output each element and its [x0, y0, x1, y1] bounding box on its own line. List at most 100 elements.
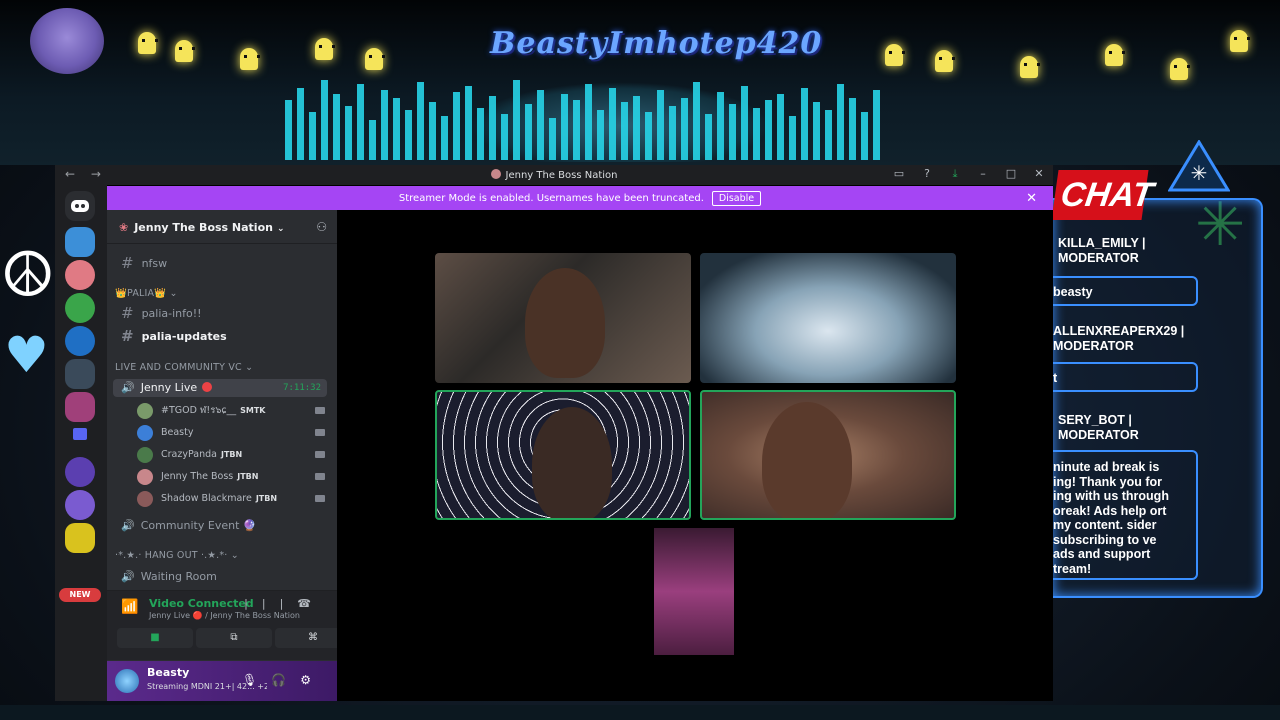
- title-bar: ← → Jenny The Boss Nation ▭ ? ⤓ – □ ✕: [55, 165, 1053, 185]
- download-icon[interactable]: ⤓: [949, 167, 961, 181]
- channel-palia-info[interactable]: # palia-info!!: [113, 303, 327, 323]
- visualizer-bar: [801, 88, 808, 160]
- avatar: [137, 469, 153, 485]
- visualizer-bar: [657, 90, 664, 160]
- server-header[interactable]: ❀ Jenny The Boss Nation ⌄ ⚇: [107, 210, 337, 244]
- visualizer-bar: [741, 86, 748, 160]
- visualizer-bar: [429, 102, 436, 160]
- visualizer-bar: [837, 84, 844, 160]
- avatar[interactable]: [115, 669, 139, 693]
- voice-participant[interactable]: Shadow Blackmare JTBN: [137, 490, 327, 508]
- discord-window: ← → Jenny The Boss Nation ▭ ? ⤓ – □ ✕ NE…: [55, 165, 1053, 701]
- minimize-icon[interactable]: –: [977, 167, 989, 181]
- visualizer-bar: [357, 84, 364, 160]
- avatar: [137, 425, 153, 441]
- heart-icon: ♥: [4, 326, 49, 384]
- ghost-light-icon: [365, 48, 385, 70]
- voice-channel-waiting-room[interactable]: 🔊 Waiting Room: [113, 568, 327, 586]
- voice-channel-jenny-live[interactable]: 🔊 Jenny Live 7:11:32: [113, 379, 327, 397]
- voice-channel-community-event[interactable]: 🔊 Community Event 🔮: [113, 517, 327, 535]
- ghost-light-icon: [1020, 56, 1040, 78]
- speaker-icon: 🔊: [121, 519, 135, 532]
- video-tile[interactable]: [700, 253, 956, 383]
- voice-status[interactable]: Video Connected: [149, 597, 254, 610]
- chat-bubble: beasty: [1053, 276, 1198, 306]
- signal-icon: 📶: [121, 599, 139, 615]
- new-badge: NEW: [59, 588, 101, 602]
- peace-sign-icon: ☮: [0, 238, 56, 311]
- video-tile[interactable]: [700, 390, 956, 520]
- server-icon[interactable]: [65, 490, 95, 520]
- channel-nfsw[interactable]: # nfsw: [113, 253, 327, 273]
- participant-video: [762, 402, 852, 518]
- camera-icon: ■: [150, 632, 160, 643]
- inbox-icon[interactable]: ▭: [893, 167, 905, 181]
- video-tile[interactable]: [435, 390, 691, 520]
- visualizer-bar: [381, 90, 388, 160]
- server-icon[interactable]: [65, 260, 95, 290]
- microphone-icon[interactable]: 🎙: [242, 673, 271, 687]
- triangle-leaf-icon: ✳: [1168, 140, 1230, 192]
- category-hang-out[interactable]: ·*.★.· HANG OUT ·.★.*· ⌄: [115, 550, 239, 561]
- camera-icon: [315, 407, 325, 414]
- user-name[interactable]: Beasty: [147, 666, 189, 679]
- server-icon[interactable]: [65, 392, 95, 422]
- visualizer-bar: [873, 90, 880, 160]
- visualizer-bar: [369, 120, 376, 160]
- maximize-icon[interactable]: □: [1005, 167, 1017, 181]
- video-tile[interactable]: [435, 253, 691, 383]
- visualizer-bar: [465, 86, 472, 160]
- live-indicator: [202, 382, 213, 392]
- voice-participant[interactable]: Jenny The Boss JTBN: [137, 468, 327, 486]
- channel-palia-updates[interactable]: # palia-updates: [113, 326, 327, 346]
- visualizer-bar: [573, 100, 580, 160]
- ghost-light-icon: [138, 32, 158, 54]
- server-icon[interactable]: [65, 227, 95, 257]
- visualizer-bar: [285, 100, 292, 160]
- visualizer-bar: [501, 114, 508, 160]
- help-icon[interactable]: ?: [921, 167, 933, 181]
- streamer-mode-banner: Streamer Mode is enabled. Usernames have…: [107, 186, 1053, 211]
- chat-bubble: ninute ad break is ing! Thank you for in…: [1053, 450, 1198, 580]
- chat-message: SERY_BOT | MODERATOR: [1058, 413, 1139, 442]
- category-palia[interactable]: 👑PALIA👑 ⌄: [115, 288, 178, 299]
- headphones-icon[interactable]: 🎧: [271, 673, 300, 687]
- category-live-community[interactable]: LIVE AND COMMUNITY VC ⌄: [115, 362, 253, 373]
- participant-video: [532, 407, 612, 518]
- visualizer-bar: [825, 110, 832, 160]
- mascot-logo: [30, 8, 104, 74]
- ghost-light-icon: [1105, 44, 1125, 66]
- noise-suppression-icon[interactable]: |||: [244, 597, 297, 610]
- screen-share-button[interactable]: ⧉: [196, 628, 272, 648]
- visualizer-bar: [609, 88, 616, 160]
- disconnect-icon[interactable]: ☎: [297, 597, 325, 610]
- chevron-down-icon: ⌄: [245, 362, 254, 373]
- camera-button[interactable]: ■: [117, 628, 193, 648]
- close-icon[interactable]: ✕: [1026, 191, 1037, 206]
- gear-icon[interactable]: ⚙: [300, 673, 325, 687]
- add-member-icon[interactable]: ⚇: [316, 220, 327, 234]
- server-icon[interactable]: [65, 523, 95, 553]
- close-icon[interactable]: ✕: [1033, 167, 1045, 181]
- voice-channel-path[interactable]: Jenny Live 🔴 / Jenny The Boss Nation: [149, 611, 300, 620]
- video-stage: [337, 210, 1053, 701]
- chat-message: ALLENXREAPERX29 | MODERATOR: [1053, 324, 1185, 353]
- server-icon: [490, 169, 501, 179]
- server-icon[interactable]: [65, 457, 95, 487]
- server-icon[interactable]: [65, 326, 95, 356]
- video-tile[interactable]: [654, 528, 734, 655]
- visualizer-bar: [597, 110, 604, 160]
- voice-participant[interactable]: #TGOD ฬ!ร๖ɕ__ SMTK: [137, 402, 327, 420]
- visualizer-bar: [393, 98, 400, 160]
- disable-button[interactable]: Disable: [711, 191, 762, 206]
- voice-participant[interactable]: Beasty: [137, 424, 327, 442]
- camera-icon: [315, 473, 325, 480]
- server-icon[interactable]: [65, 359, 95, 389]
- screen-share-icon: ⧉: [230, 632, 238, 643]
- visualizer-bar: [321, 80, 328, 160]
- discord-home-button[interactable]: [65, 191, 95, 221]
- folder-icon[interactable]: [73, 428, 87, 440]
- chevron-down-icon: ⌄: [230, 550, 239, 561]
- server-icon[interactable]: [65, 293, 95, 323]
- voice-participant[interactable]: CrazyPanda JTBN: [137, 446, 327, 464]
